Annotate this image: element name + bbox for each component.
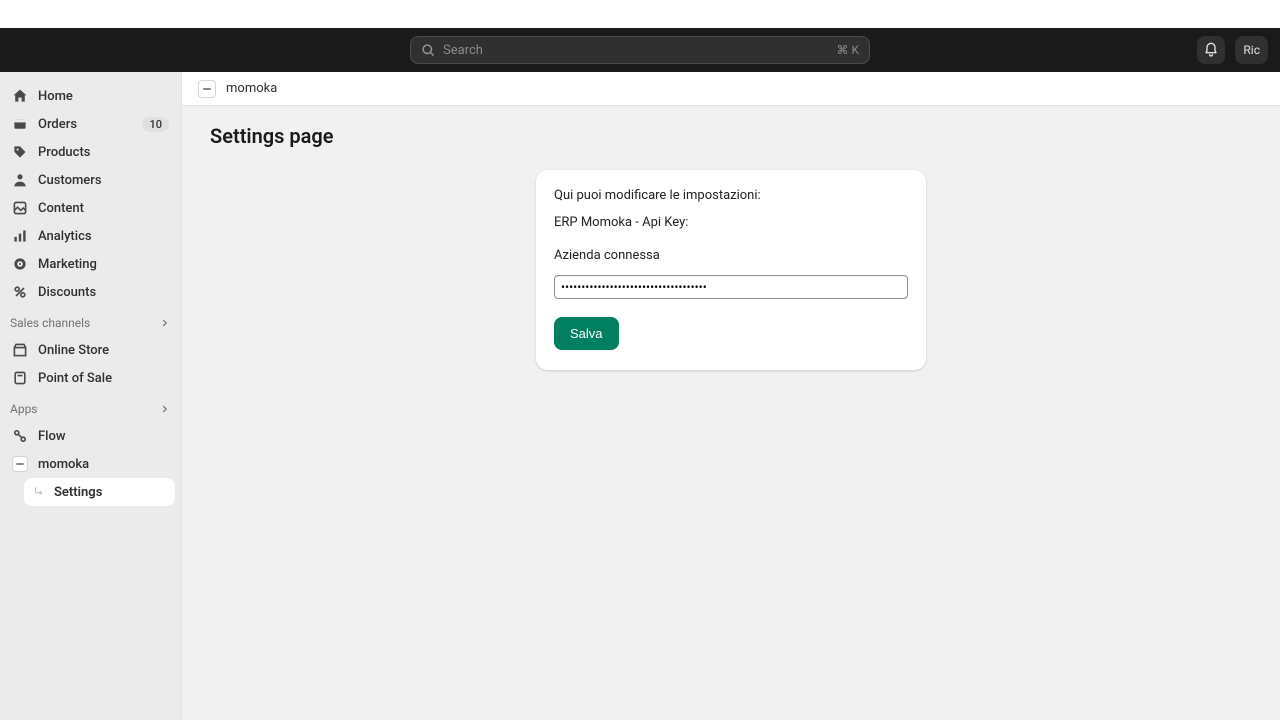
section-label: Sales channels xyxy=(10,316,90,330)
nav-app-momoka-settings[interactable]: Settings xyxy=(24,478,175,506)
discounts-icon xyxy=(12,284,28,300)
nav-online-store[interactable]: Online Store xyxy=(6,336,175,364)
nav-orders[interactable]: Orders 10 xyxy=(6,110,175,138)
subitem-label: Settings xyxy=(54,485,102,500)
global-search[interactable]: Search ⌘ K xyxy=(410,36,870,64)
section-sales-channels[interactable]: Sales channels xyxy=(0,306,181,336)
nav-label: Orders xyxy=(38,117,132,132)
products-icon xyxy=(12,144,28,160)
nav-label: Marketing xyxy=(38,257,169,272)
nav-home[interactable]: Home xyxy=(6,82,175,110)
page-title: Settings page xyxy=(182,106,1280,170)
nav-point-of-sale[interactable]: Point of Sale xyxy=(6,364,175,392)
primary-nav: Home Orders 10 Products Customers xyxy=(0,82,181,306)
save-button[interactable]: Salva xyxy=(554,317,619,350)
search-placeholder: Search xyxy=(443,43,836,58)
nav-label: Products xyxy=(38,145,169,160)
store-icon xyxy=(12,342,28,358)
nav-label: Online Store xyxy=(38,343,169,358)
chevron-right-icon xyxy=(159,403,171,415)
connection-status: Azienda connessa xyxy=(554,248,908,263)
nav-label: Customers xyxy=(38,173,169,188)
nav-content[interactable]: Content xyxy=(6,194,175,222)
orders-icon xyxy=(12,116,28,132)
settings-intro: Qui puoi modificare le impostazioni: xyxy=(554,188,908,203)
user-menu[interactable]: Ric xyxy=(1235,36,1268,64)
chevron-right-icon xyxy=(159,317,171,329)
content-icon xyxy=(12,200,28,216)
marketing-icon xyxy=(12,256,28,272)
app-icon xyxy=(198,80,216,98)
settings-card: Qui puoi modificare le impostazioni: ERP… xyxy=(536,170,926,370)
sidebar: Home Orders 10 Products Customers xyxy=(0,72,182,720)
pos-icon xyxy=(12,370,28,386)
main-content: momoka Settings page Qui puoi modificare… xyxy=(182,72,1280,720)
nav-customers[interactable]: Customers xyxy=(6,166,175,194)
breadcrumb: momoka xyxy=(182,72,1280,106)
nav-label: momoka xyxy=(38,457,169,472)
nav-discounts[interactable]: Discounts xyxy=(6,278,175,306)
nav-label: Analytics xyxy=(38,229,169,244)
nav-label: Content xyxy=(38,201,169,216)
customers-icon xyxy=(12,172,28,188)
breadcrumb-app-name: momoka xyxy=(226,81,277,96)
nav-app-momoka[interactable]: momoka xyxy=(6,450,175,478)
nav-label: Flow xyxy=(38,429,169,444)
orders-badge: 10 xyxy=(142,117,169,132)
api-key-input[interactable] xyxy=(554,275,908,299)
topbar: Search ⌘ K Ric xyxy=(0,28,1280,72)
app-icon xyxy=(12,456,28,472)
section-label: Apps xyxy=(10,402,38,416)
search-icon xyxy=(421,43,435,57)
search-shortcut: ⌘ K xyxy=(836,43,859,57)
nav-label: Point of Sale xyxy=(38,371,169,386)
nav-app-flow[interactable]: Flow xyxy=(6,422,175,450)
nav-label: Discounts xyxy=(38,285,169,300)
window-chrome-gap xyxy=(0,0,1280,28)
bell-icon xyxy=(1203,42,1219,58)
flow-icon xyxy=(12,428,28,444)
analytics-icon xyxy=(12,228,28,244)
nav-label: Home xyxy=(38,89,169,104)
section-apps[interactable]: Apps xyxy=(0,392,181,422)
sub-arrow-icon xyxy=(32,485,46,499)
nav-analytics[interactable]: Analytics xyxy=(6,222,175,250)
user-label: Ric xyxy=(1243,43,1260,57)
home-icon xyxy=(12,88,28,104)
api-key-label: ERP Momoka - Api Key: xyxy=(554,215,908,230)
nav-products[interactable]: Products xyxy=(6,138,175,166)
notifications-button[interactable] xyxy=(1197,36,1225,64)
nav-marketing[interactable]: Marketing xyxy=(6,250,175,278)
